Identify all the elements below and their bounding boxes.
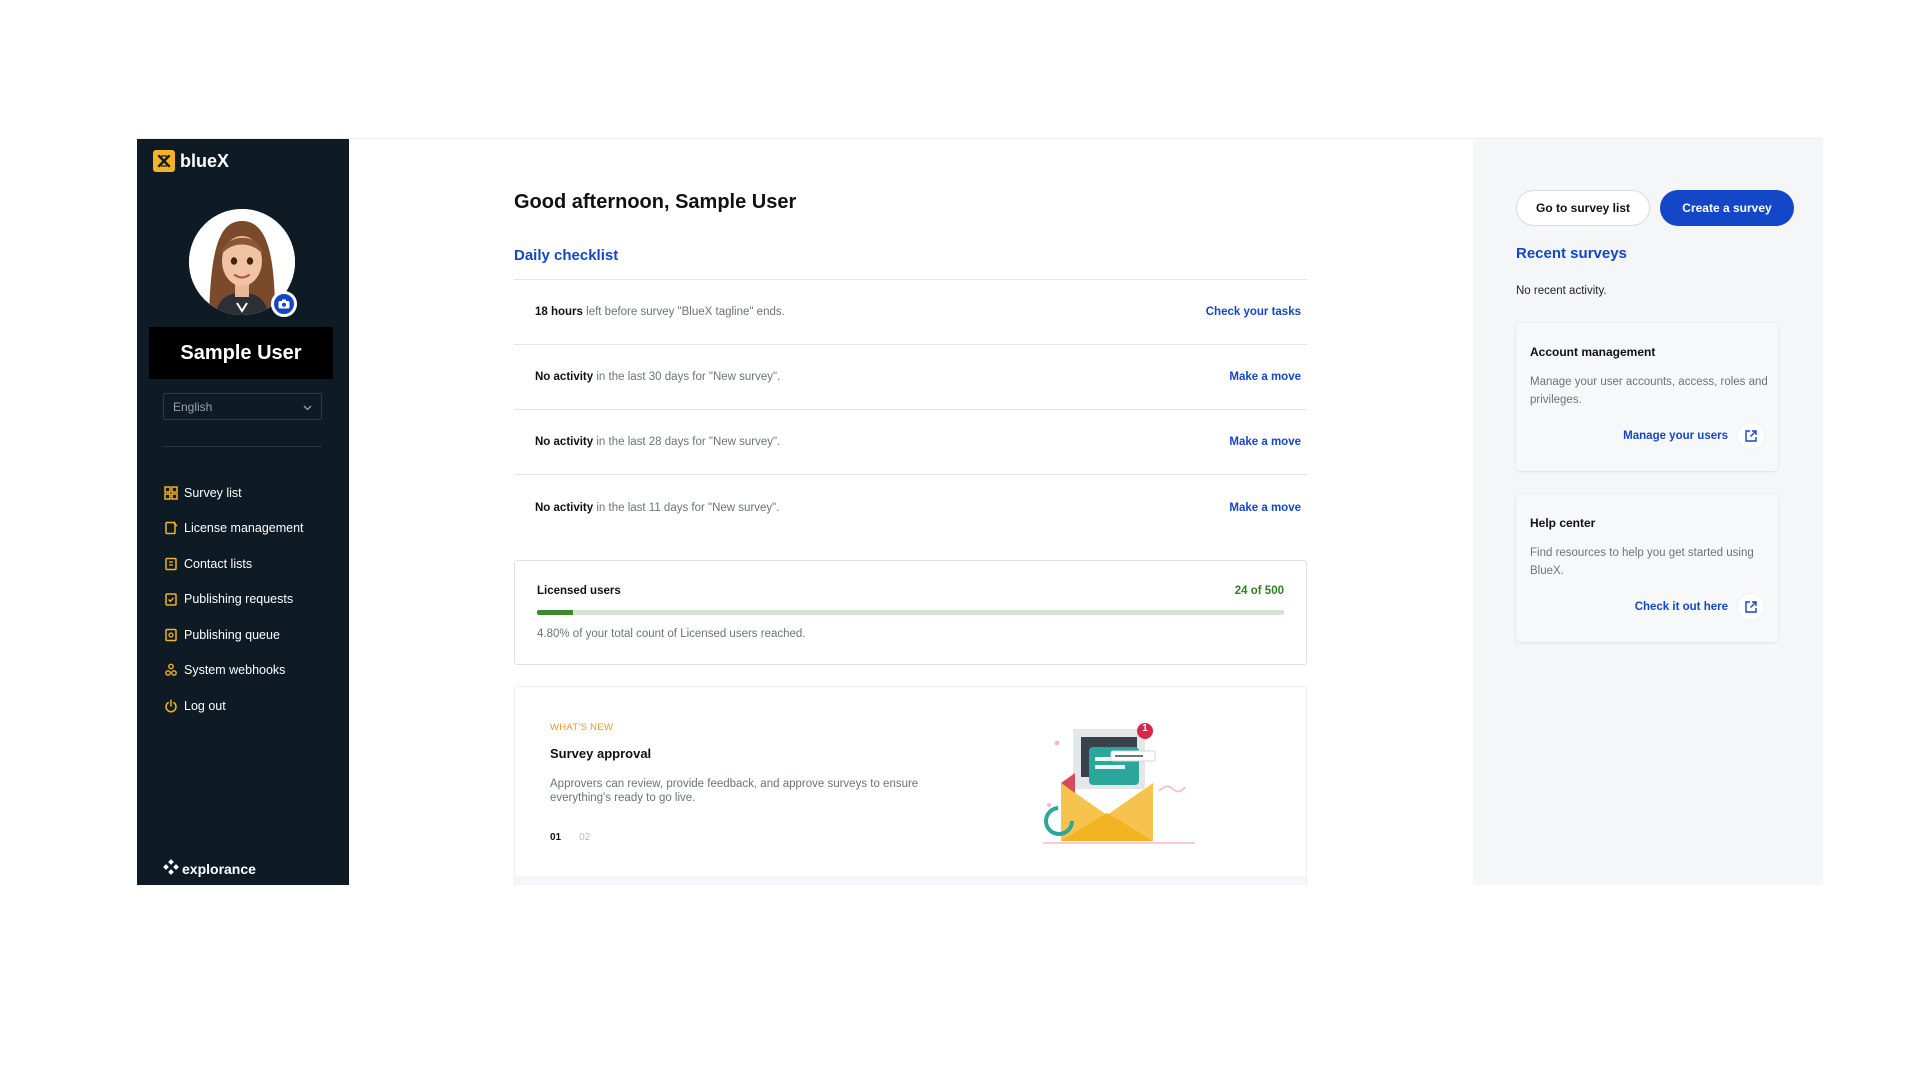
checklist-text: No activity in the last 11 days for "New… [535,502,779,514]
card-title: Account management [1530,345,1656,359]
whats-new-title: Survey approval [550,746,652,761]
external-link-icon[interactable] [1738,423,1764,449]
sidebar-item-label: Log out [184,698,226,713]
manage-users-link[interactable]: Manage your users [1623,430,1728,442]
make-a-move-link[interactable]: Make a move [1229,371,1301,383]
check-your-tasks-link[interactable]: Check your tasks [1206,306,1301,318]
sidebar-item-publishing-requests[interactable]: Publishing requests [163,582,343,618]
licensed-users-progress-bar [537,610,1284,615]
checklist-text: 18 hours left before survey "BlueX tagli… [535,306,785,318]
sidebar-item-publishing-queue[interactable]: Publishing queue [163,617,343,653]
licensed-users-note: 4.80% of your total count of Licensed us… [537,628,806,640]
checklist-row: 18 hours left before survey "BlueX tagli… [514,280,1307,345]
notification-badge: 1 [1142,723,1148,734]
user-name: Sample User [149,327,333,379]
help-center-link[interactable]: Check it out here [1635,601,1728,613]
page-title: Good afternoon, Sample User [514,191,797,213]
licensed-users-label: Licensed users [537,585,621,597]
explorance-name: explorance [182,860,256,877]
checklist-detail: in the last 30 days for "New survey". [593,371,781,383]
daily-checklist: 18 hours left before survey "BlueX tagli… [514,279,1307,540]
grid-icon [163,485,178,500]
brand-logo[interactable]: blueX [153,150,229,172]
sidebar-item-license-management[interactable]: License management [163,511,343,547]
whats-new-card: WHAT'S NEW Survey approval Approvers can… [514,686,1307,885]
licensed-users-progress-fill [537,610,573,615]
checklist-highlight: No activity [535,436,594,448]
language-select[interactable]: English [163,393,322,420]
sidebar-item-label: License management [184,521,304,536]
help-center-card: Help center Find resources to help you g… [1516,494,1778,642]
sidebar-item-label: System webhooks [184,663,286,678]
envelope-illustration-icon: 1 [1035,717,1205,857]
checklist-row: No activity in the last 30 days for "New… [514,345,1307,410]
account-management-card: Account management Manage your user acco… [1516,323,1778,471]
whats-new-pager: 01 02 [550,832,590,843]
licensed-users-count: 24 of 500 [1234,585,1284,597]
go-to-survey-list-button[interactable]: Go to survey list [1516,190,1650,226]
bluex-logo-icon [153,150,175,172]
checklist-detail: in the last 11 days for "New survey". [593,501,780,514]
checklist-highlight: 18 hours [535,306,583,318]
sidebar-item-log-out[interactable]: Log out [163,688,343,724]
sidebar-item-label: Publishing requests [184,592,294,607]
webhook-icon [163,663,178,678]
chevron-down-icon [303,400,312,414]
power-icon [163,698,178,713]
external-link-icon[interactable] [1738,594,1764,620]
make-a-move-link[interactable]: Make a move [1229,502,1301,514]
right-panel: Go to survey list Create a survey Recent… [1473,139,1823,885]
card-description: Find resources to help you get started u… [1530,547,1754,577]
card-footer-strip [515,876,1306,885]
pager-page-1[interactable]: 01 [550,832,561,843]
camera-icon[interactable] [271,291,297,317]
sidebar-item-system-webhooks[interactable]: System webhooks [163,653,343,689]
contacts-icon [163,556,178,571]
license-icon [163,521,178,536]
checklist-row: No activity in the last 28 days for "New… [514,410,1307,475]
explorance-logo: explorance [163,859,256,878]
sidebar-item-label: Publishing queue [184,627,280,642]
checklist-detail: left before survey "BlueX tagline" ends. [582,306,785,318]
checklist-text: No activity in the last 28 days for "New… [535,436,780,448]
sidebar-nav: Survey list License management Contact l… [163,475,343,724]
create-survey-button[interactable]: Create a survey [1660,190,1794,226]
sidebar-item-label: Survey list [184,485,242,500]
main-content: Good afternoon, Sample User Daily checkl… [349,139,1470,885]
avatar[interactable] [189,209,297,317]
whats-new-description: Approvers can review, provide feedback, … [550,778,919,804]
recent-surveys-title: Recent surveys [1516,245,1627,262]
clipboard-check-icon [163,592,178,607]
sidebar: blueX Sample User English Survey list Li… [137,139,349,885]
whats-new-eyebrow: WHAT'S NEW [550,722,614,733]
recent-surveys-empty: No recent activity. [1516,285,1607,297]
sidebar-item-survey-list[interactable]: Survey list [163,475,343,511]
checklist-detail: in the last 28 days for "New survey". [593,436,781,448]
checklist-highlight: No activity [535,501,594,514]
language-value: English [173,399,213,414]
card-description: Manage your user accounts, access, roles… [1530,376,1768,406]
sidebar-item-contact-lists[interactable]: Contact lists [163,546,343,582]
sidebar-divider [163,446,322,447]
checklist-highlight: No activity [535,371,594,383]
checklist-row: No activity in the last 11 days for "New… [514,475,1307,540]
card-title: Help center [1530,516,1596,530]
queue-icon [163,627,178,642]
brand-name: blueX [180,150,230,171]
sidebar-item-label: Contact lists [184,556,253,571]
make-a-move-link[interactable]: Make a move [1229,436,1301,448]
daily-checklist-title: Daily checklist [514,247,619,264]
pager-page-2[interactable]: 02 [579,832,590,843]
app-window: blueX Sample User English Survey list Li… [137,138,1823,885]
explorance-mark-icon [163,859,179,878]
checklist-text: No activity in the last 30 days for "New… [535,371,780,383]
licensed-users-card: Licensed users 24 of 500 4.80% of your t… [514,560,1307,665]
